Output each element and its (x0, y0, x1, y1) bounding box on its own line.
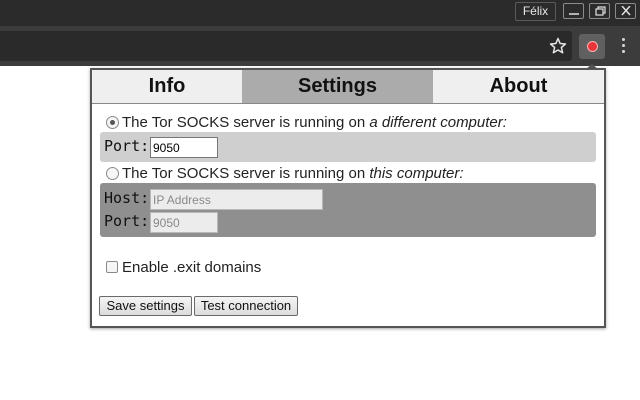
address-bar[interactable] (0, 31, 572, 61)
test-connection-button[interactable]: Test connection (194, 296, 298, 316)
radio-different-computer[interactable] (106, 116, 119, 129)
host-input[interactable] (150, 189, 323, 210)
remote-port-input[interactable] (150, 137, 218, 158)
tor-extension-button[interactable] (579, 34, 605, 59)
option-prefix-text: The Tor SOCKS server is running on (122, 165, 370, 182)
remote-server-panel: Port: (100, 132, 596, 162)
star-icon[interactable] (549, 37, 567, 55)
tab-about[interactable]: About (433, 70, 604, 103)
tab-divider (92, 103, 604, 104)
option-emphasis-text: this computer: (369, 165, 464, 182)
browser-titlebar: Félix (0, 0, 640, 26)
minimize-button[interactable] (563, 3, 584, 19)
host-label: Host: (104, 189, 150, 207)
kebab-menu-icon[interactable] (617, 38, 629, 56)
tab-settings[interactable]: Settings (242, 70, 433, 103)
minimize-icon (569, 13, 579, 15)
option-this-computer-label: The Tor SOCKS server is running on this … (122, 165, 464, 182)
exit-domains-checkbox[interactable] (106, 261, 118, 273)
profile-button[interactable]: Félix (515, 2, 556, 21)
tab-bar: Info Settings About (92, 70, 604, 104)
port-label: Port: (104, 212, 150, 230)
save-settings-button[interactable]: Save settings (99, 296, 192, 316)
option-emphasis-text: a different computer: (369, 114, 507, 131)
option-different-computer-label: The Tor SOCKS server is running on a dif… (122, 114, 507, 131)
restore-icon (595, 6, 606, 16)
close-icon (621, 6, 631, 16)
extension-popup: Info Settings About The Tor SOCKS server… (90, 68, 606, 328)
radio-this-computer[interactable] (106, 167, 119, 180)
close-button[interactable] (615, 3, 636, 19)
tab-info[interactable]: Info (92, 70, 242, 103)
restore-button[interactable] (589, 3, 610, 19)
local-port-input[interactable] (150, 212, 218, 233)
tor-onion-icon (587, 41, 598, 52)
option-prefix-text: The Tor SOCKS server is running on (122, 114, 370, 131)
browser-toolbar (0, 26, 640, 66)
exit-domains-label: Enable .exit domains (122, 259, 262, 276)
local-server-panel: Host: Port: (100, 183, 596, 237)
port-label: Port: (104, 137, 150, 155)
